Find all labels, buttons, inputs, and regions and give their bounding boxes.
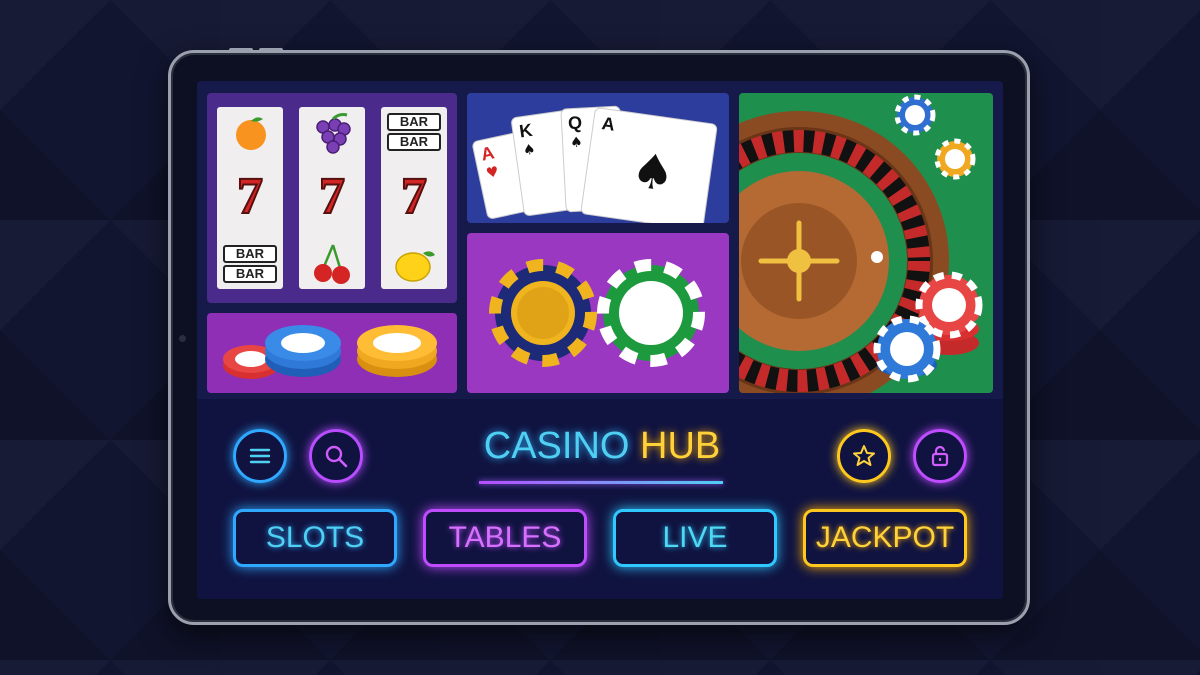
power-button [259,48,283,52]
cherries-icon [314,244,350,284]
favorites-button[interactable] [837,429,891,483]
lemon-icon [395,251,435,282]
chips-stack-icon [223,325,437,379]
jackpot-button[interactable]: JACKPOT [803,509,967,567]
brand-underline [479,481,723,484]
bar-symbol: BAR [387,133,441,151]
poker-chips-tile[interactable] [467,233,729,393]
card-games-tile[interactable]: A ♥ K ♠ Q ♠ A ♠ [467,93,729,223]
seven-symbol: 7 [400,167,428,226]
menu-icon [249,448,271,464]
slots-game-tile[interactable]: 7 BAR BAR 7 BAR BAR 7 [207,93,457,303]
orange-icon [236,117,266,150]
live-button[interactable]: LIVE [613,509,777,567]
roulette-wheel-icon [739,94,983,393]
slot-reel-2: 7 [299,107,365,289]
roulette-tile[interactable] [739,93,993,393]
chips-icon [489,259,705,367]
brand-title-part2: HUB [640,425,721,467]
card-rank: A [600,113,617,135]
casino-screen: 7 BAR BAR 7 BAR BAR 7 A ♥ K ♠ Q ♠ A ♠ CA… [197,81,1003,599]
brand-title-part1: CASINO [483,425,630,467]
volume-button [229,48,253,52]
star-icon [853,445,875,466]
lock-button[interactable] [913,429,967,483]
seven-symbol: 7 [318,167,346,226]
camera [179,335,186,342]
slot-reel-1: 7 BAR BAR [217,107,283,289]
tablet-frame: 7 BAR BAR 7 BAR BAR 7 A ♥ K ♠ Q ♠ A ♠ CA… [168,48,1030,625]
slots-button[interactable]: SLOTS [233,509,397,567]
card-rank: Q [567,112,583,134]
search-button[interactable] [309,429,363,483]
navigation-panel: CASINO HUB SLOTS TABLES LIVE JACKPOT [197,399,1003,599]
lock-icon [931,445,949,467]
bar-symbol: BAR [387,113,441,131]
menu-button[interactable] [233,429,287,483]
search-icon [325,445,348,468]
playing-card: A ♠ [580,106,718,223]
card-rank: A [479,142,497,165]
chips-tile[interactable] [207,313,457,393]
tables-button[interactable]: TABLES [423,509,587,567]
seven-symbol: 7 [236,167,264,226]
grapes-icon [316,113,351,154]
slot-reel-3: BAR BAR 7 [381,107,447,289]
bar-symbol: BAR [223,265,277,283]
card-rank: K [517,119,534,142]
brand-title: CASINO HUB [467,425,737,468]
bar-symbol: BAR [223,245,277,263]
